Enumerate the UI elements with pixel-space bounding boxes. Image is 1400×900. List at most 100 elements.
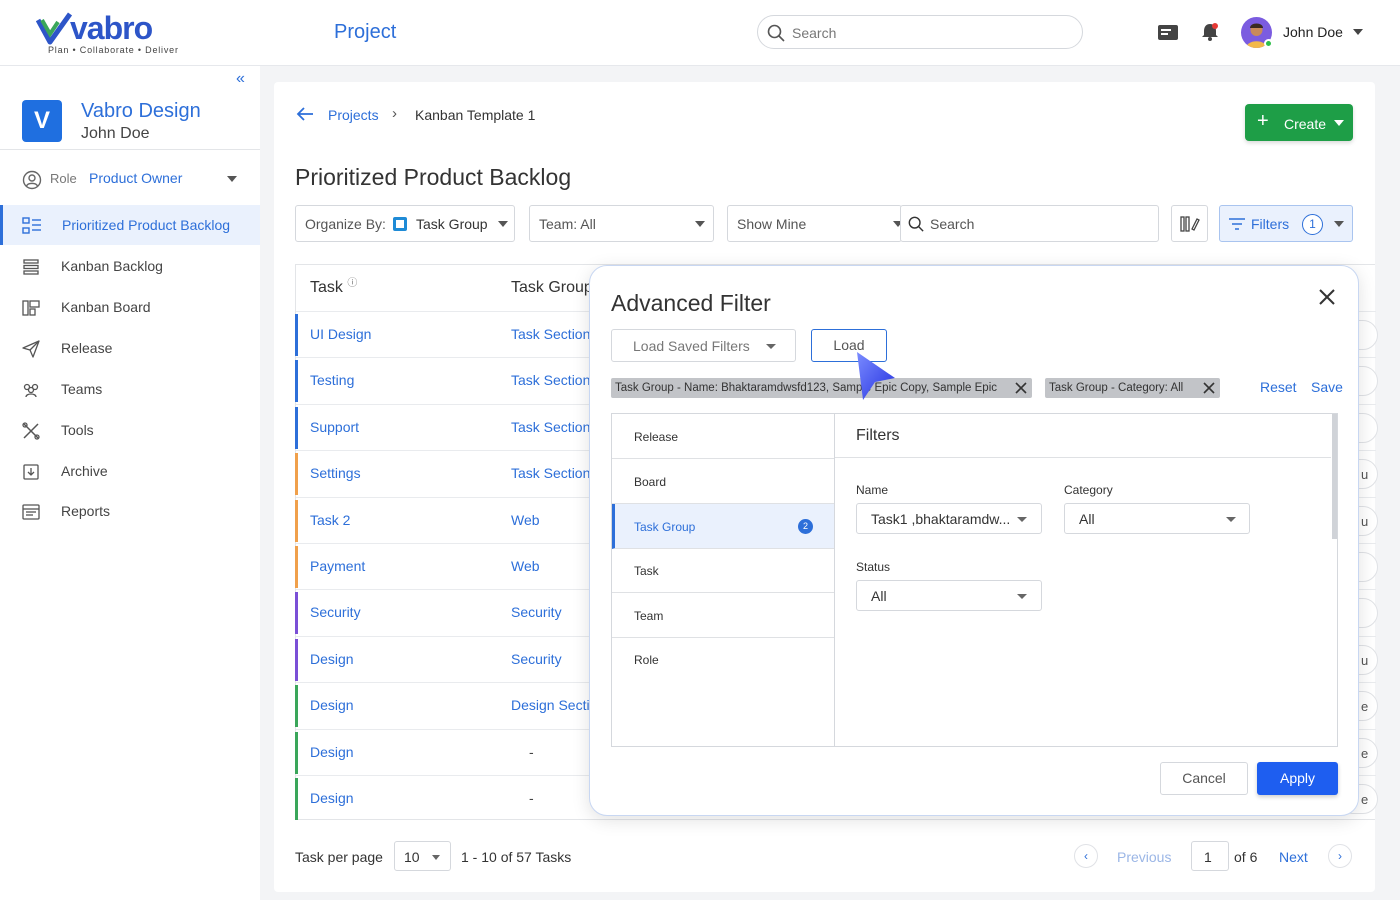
- organize-by-label: Organize By:: [305, 216, 386, 232]
- user-menu-caret-icon[interactable]: [1353, 29, 1363, 35]
- backlog-icon: [22, 217, 41, 234]
- send-icon: [22, 340, 40, 358]
- category-select[interactable]: All: [1064, 503, 1250, 534]
- filter-panel-scrollbar[interactable]: [1332, 414, 1337, 539]
- modal-title: Advanced Filter: [611, 290, 771, 316]
- task-name-link[interactable]: Design: [310, 697, 354, 713]
- sidebar-item-prioritized-backlog[interactable]: Prioritized Product Backlog: [0, 205, 260, 245]
- task-group-link[interactable]: Security: [511, 604, 562, 620]
- sidebar-item-archive[interactable]: Archive: [0, 451, 260, 491]
- filter-category-label: Release: [634, 430, 679, 444]
- previous-page-button[interactable]: Previous: [1117, 849, 1171, 865]
- task-group-link[interactable]: Task Section: [511, 326, 590, 342]
- close-icon[interactable]: [1318, 288, 1336, 306]
- task-name-link[interactable]: Settings: [310, 465, 361, 481]
- sidebar-item-reports[interactable]: Reports: [0, 491, 260, 531]
- filter-lines-icon: [1229, 218, 1245, 230]
- team-select[interactable]: Team: All: [529, 205, 714, 242]
- organize-by-select[interactable]: Organize By: Task Group: [295, 205, 515, 242]
- sidebar-item-release[interactable]: Release: [0, 328, 260, 368]
- column-settings-button[interactable]: [1171, 205, 1208, 242]
- task-name-link[interactable]: Testing: [310, 372, 354, 388]
- pager-range: 1 - 10 of 57 Tasks: [461, 849, 572, 865]
- task-name-link[interactable]: Design: [310, 790, 354, 806]
- filter-category-board[interactable]: Board: [612, 459, 834, 504]
- task-group-link[interactable]: Security: [511, 651, 562, 667]
- status-select[interactable]: All: [856, 580, 1042, 611]
- vabro-logo[interactable]: vabro Plan • Collaborate • Deliver: [36, 10, 181, 58]
- filter-category-task[interactable]: Task: [612, 548, 834, 593]
- row-color-indicator: [295, 685, 298, 728]
- archive-icon: [23, 464, 39, 480]
- back-arrow-icon[interactable]: [296, 106, 314, 122]
- sidebar-item-teams[interactable]: Teams: [0, 369, 260, 409]
- task-name-link[interactable]: Design: [310, 744, 354, 760]
- task-name-link[interactable]: Support: [310, 419, 359, 435]
- create-label: Create: [1284, 116, 1327, 132]
- name-field-label: Name: [856, 483, 889, 497]
- load-saved-filters-select[interactable]: Load Saved Filters: [611, 329, 796, 362]
- table-search-input[interactable]: Search: [900, 205, 1159, 242]
- name-select[interactable]: Task1 ,bhaktaramdw...: [856, 503, 1042, 534]
- task-name-link[interactable]: Security: [310, 604, 361, 620]
- filters-header: Filters: [835, 414, 1331, 458]
- task-name-link[interactable]: Payment: [310, 558, 365, 574]
- filters-count-badge: 1: [1302, 214, 1323, 235]
- search-placeholder: Search: [930, 216, 975, 232]
- name-select-value: Task1 ,bhaktaramdw...: [871, 511, 1011, 527]
- per-page-select[interactable]: 10: [394, 841, 451, 871]
- task-group-link[interactable]: Task Section: [511, 419, 590, 435]
- role-label: Role: [50, 171, 77, 186]
- role-value: Product Owner: [89, 170, 183, 186]
- task-group-link[interactable]: Task Section: [511, 465, 590, 481]
- global-search-input[interactable]: Search: [757, 15, 1083, 49]
- save-link[interactable]: Save: [1311, 379, 1343, 395]
- remove-chip-icon[interactable]: [1202, 379, 1216, 397]
- task-group-link: -: [529, 743, 534, 760]
- sidebar-item-kanban-backlog[interactable]: Kanban Backlog: [0, 246, 260, 286]
- apply-button[interactable]: Apply: [1257, 762, 1338, 795]
- task-group-link[interactable]: Web: [511, 512, 540, 528]
- chevron-down-icon: [1334, 120, 1344, 126]
- next-page-button[interactable]: Next: [1279, 849, 1308, 865]
- task-group-link[interactable]: Web: [511, 558, 540, 574]
- user-name[interactable]: John Doe: [1283, 24, 1343, 40]
- task-group-link: -: [529, 790, 534, 806]
- task-group-icon: [393, 217, 407, 231]
- filters-button[interactable]: Filters 1: [1219, 205, 1353, 242]
- inbox-icon[interactable]: [1157, 22, 1179, 42]
- page-number-input[interactable]: 1: [1191, 841, 1229, 871]
- bell-icon[interactable]: [1200, 22, 1220, 42]
- next-page-chevron-icon[interactable]: ›: [1328, 844, 1352, 868]
- previous-page-chevron-icon[interactable]: ‹: [1074, 844, 1098, 868]
- chevron-down-icon: [1226, 517, 1236, 522]
- top-bar: vabro Plan • Collaborate • Deliver Proje…: [0, 0, 1400, 66]
- filter-category-release[interactable]: Release: [612, 414, 834, 459]
- filter-category-team[interactable]: Team: [612, 593, 834, 638]
- create-button[interactable]: + Create: [1245, 104, 1353, 141]
- task-group-link[interactable]: Task Section: [511, 372, 590, 388]
- breadcrumb-projects-link[interactable]: Projects: [328, 107, 379, 123]
- user-circle-icon: [22, 170, 42, 190]
- role-selector[interactable]: Role Product Owner: [22, 168, 242, 192]
- cancel-button[interactable]: Cancel: [1160, 762, 1248, 795]
- sidebar-item-kanban-board[interactable]: Kanban Board: [0, 287, 260, 327]
- page-title: Prioritized Product Backlog: [295, 164, 572, 190]
- task-name-link[interactable]: UI Design: [310, 326, 371, 342]
- sidebar-item-tools[interactable]: Tools: [0, 410, 260, 450]
- collapse-sidebar-icon[interactable]: «: [236, 70, 245, 88]
- task-name-link[interactable]: Design: [310, 651, 354, 667]
- logo-wordmark: vabro: [70, 10, 153, 46]
- filter-panel: Release Board Task Group 2 Task Team Role…: [611, 413, 1338, 747]
- columns-icon: [1180, 216, 1200, 232]
- filter-category-role[interactable]: Role: [612, 637, 834, 682]
- filters-title: Filters: [856, 427, 900, 444]
- info-icon[interactable]: ⓘ: [347, 278, 357, 289]
- reset-link[interactable]: Reset: [1260, 379, 1297, 395]
- row-color-indicator: [295, 778, 298, 820]
- show-mine-select[interactable]: Show Mine: [727, 205, 903, 242]
- row-color-indicator: [295, 360, 298, 403]
- remove-chip-icon[interactable]: [1014, 379, 1028, 397]
- task-name-link[interactable]: Task 2: [310, 512, 350, 528]
- filter-category-task-group[interactable]: Task Group 2: [612, 504, 834, 549]
